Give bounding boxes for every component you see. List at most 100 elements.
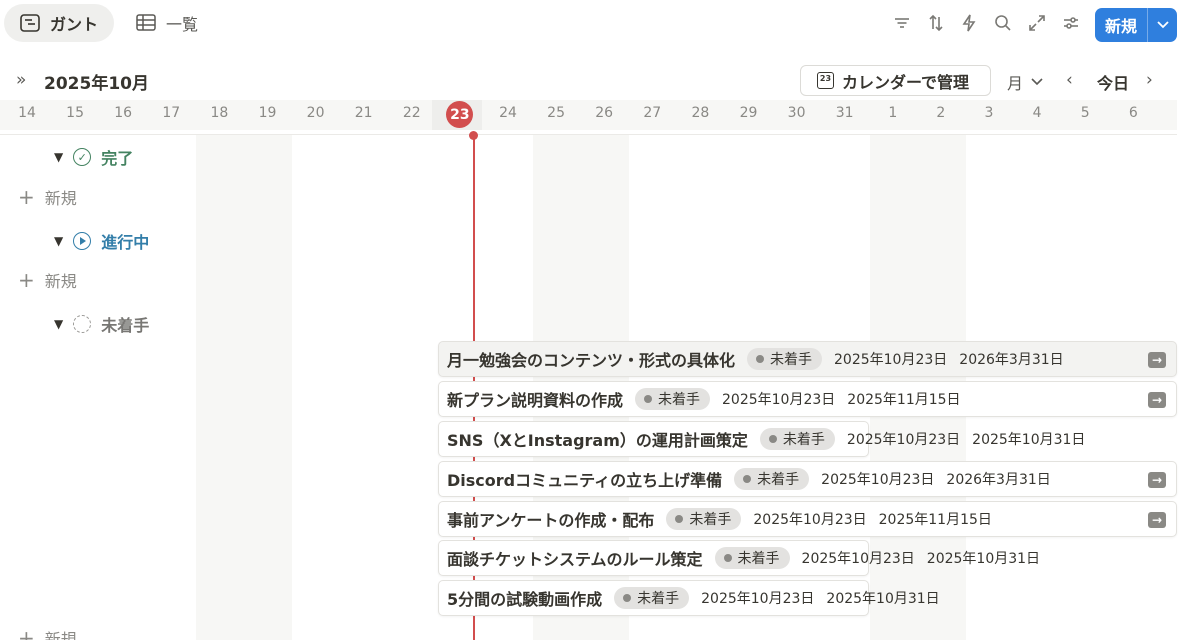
timeline-header: » 2025年10月 23 カレンダーで管理 月 ‹ 今日 › bbox=[0, 62, 1199, 98]
date-cell: 5 bbox=[1080, 105, 1090, 121]
task-end-date: 2026年3月31日 bbox=[959, 352, 1064, 368]
group-in-progress[interactable]: ▼ 進行中 bbox=[54, 229, 149, 253]
add-new-label: 新規 bbox=[44, 272, 77, 291]
plus-icon: + bbox=[18, 185, 35, 209]
status-label: 未着手 bbox=[637, 591, 680, 607]
filter-icon[interactable] bbox=[892, 13, 912, 33]
period-select[interactable]: 月 bbox=[1007, 70, 1043, 94]
status-badge[interactable]: 未着手 bbox=[734, 468, 810, 490]
chevron-left-icon[interactable]: ‹ bbox=[1066, 70, 1073, 90]
group-not-started-label: 未着手 bbox=[101, 316, 150, 335]
status-badge[interactable]: 未着手 bbox=[759, 428, 835, 450]
date-cell: 27 bbox=[643, 105, 662, 121]
arrow-right-icon[interactable]: → bbox=[1148, 392, 1166, 408]
date-cell: 31 bbox=[835, 105, 854, 121]
sort-icon[interactable] bbox=[926, 13, 946, 33]
status-badge[interactable]: 未着手 bbox=[666, 508, 742, 530]
toggle-triangle-icon[interactable]: ▼ bbox=[54, 234, 63, 248]
automation-icon[interactable] bbox=[959, 13, 979, 33]
task-end-date: 2025年11月15日 bbox=[878, 512, 992, 528]
date-cell: 6 bbox=[1128, 105, 1138, 121]
add-new-row[interactable]: + 新規 bbox=[18, 626, 77, 640]
search-icon[interactable] bbox=[993, 13, 1013, 33]
status-label: 未着手 bbox=[689, 512, 732, 528]
task-end-date: 2025年11月15日 bbox=[847, 392, 961, 408]
plus-icon: + bbox=[18, 626, 35, 640]
status-dot bbox=[675, 515, 684, 523]
task-bar[interactable]: 月一勉強会のコンテンツ・形式の具体化 未着手 2025年10月23日 2026年… bbox=[438, 341, 1177, 377]
status-dot bbox=[623, 594, 632, 602]
calendar-icon: 23 bbox=[817, 72, 834, 89]
status-badge[interactable]: 未着手 bbox=[714, 547, 790, 569]
weekend-column bbox=[196, 135, 292, 640]
tab-gantt[interactable]: ガント bbox=[4, 4, 115, 42]
task-start-date: 2025年10月23日 bbox=[846, 432, 961, 448]
task-bar[interactable]: 事前アンケートの作成・配布 未着手 2025年10月23日 2025年11月15… bbox=[438, 501, 1177, 537]
status-badge[interactable]: 未着手 bbox=[747, 348, 823, 370]
date-ruler: 14 15 16 17 18 19 20 21 22 23 24 25 26 27 28 29 30 31 1 2 3 4… bbox=[0, 100, 1177, 130]
chevron-down-icon bbox=[1031, 78, 1043, 86]
add-new-row[interactable]: + 新規 bbox=[18, 268, 77, 292]
today-button[interactable]: 今日 bbox=[1097, 70, 1129, 94]
task-end-date: 2025年10月31日 bbox=[826, 591, 940, 607]
status-dot bbox=[756, 355, 765, 363]
add-new-row[interactable]: + 新規 bbox=[18, 185, 77, 209]
arrow-right-icon[interactable]: → bbox=[1148, 512, 1166, 528]
status-label: 未着手 bbox=[770, 352, 813, 368]
arrow-right-icon[interactable]: → bbox=[1148, 472, 1166, 488]
status-dot bbox=[723, 554, 732, 562]
settings-icon[interactable] bbox=[1061, 13, 1081, 33]
task-title: 新プラン説明資料の作成 bbox=[447, 391, 624, 410]
date-cell: 20 bbox=[306, 105, 325, 121]
date-cell: 18 bbox=[210, 105, 229, 121]
date-cell: 30 bbox=[787, 105, 806, 121]
task-title: Discordコミュニティの立ち上げ準備 bbox=[447, 471, 723, 490]
manage-in-calendar-button[interactable]: 23 カレンダーで管理 bbox=[800, 65, 991, 96]
tab-list-label: 一覧 bbox=[166, 15, 199, 34]
group-done[interactable]: ▼ ✓ 完了 bbox=[54, 145, 133, 169]
task-bar[interactable]: SNS（XとInstagram）の運用計画策定 未着手 2025年10月23日 … bbox=[438, 421, 1085, 457]
expand-icon[interactable] bbox=[1027, 13, 1047, 33]
status-dot bbox=[644, 395, 653, 403]
add-new-label: 新規 bbox=[44, 189, 77, 208]
task-bar[interactable]: Discordコミュニティの立ち上げ準備 未着手 2025年10月23日 202… bbox=[438, 461, 1177, 497]
double-chevron-right-icon[interactable]: » bbox=[16, 70, 26, 90]
group-done-label: 完了 bbox=[101, 149, 134, 168]
task-bar[interactable]: 面談チケットシステムのルール策定 未着手 2025年10月23日 2025年10… bbox=[438, 540, 1040, 576]
chevron-right-icon[interactable]: › bbox=[1146, 70, 1153, 90]
task-title: 月一勉強会のコンテンツ・形式の具体化 bbox=[447, 351, 736, 370]
task-end-date: 2025年10月31日 bbox=[926, 551, 1041, 567]
task-start-date: 2025年10月23日 bbox=[801, 551, 915, 567]
status-badge[interactable]: 未着手 bbox=[614, 587, 690, 609]
chevron-down-icon[interactable] bbox=[1148, 21, 1177, 29]
task-end-date: 2025年10月31日 bbox=[972, 432, 1086, 448]
new-button[interactable]: 新規 bbox=[1095, 8, 1177, 42]
status-label: 未着手 bbox=[658, 392, 701, 408]
date-cell: 15 bbox=[66, 105, 84, 121]
task-bar[interactable]: 新プラン説明資料の作成 未着手 2025年10月23日 2025年11月15日 … bbox=[438, 381, 1177, 417]
date-cell: 29 bbox=[739, 105, 758, 121]
task-title: 面談チケットシステムのルール策定 bbox=[447, 550, 703, 569]
top-toolbar: ガント 一覧 新規 bbox=[0, 0, 1199, 50]
toggle-triangle-icon[interactable]: ▼ bbox=[54, 150, 63, 164]
add-new-label: 新規 bbox=[44, 630, 77, 640]
status-label: 未着手 bbox=[782, 432, 825, 448]
group-not-started[interactable]: ▼ 未着手 bbox=[54, 312, 149, 336]
task-bar[interactable]: 5分間の試験動画作成 未着手 2025年10月23日 2025年10月31日 bbox=[438, 580, 940, 616]
task-start-date: 2025年10月23日 bbox=[834, 352, 948, 368]
task-title: 5分間の試験動画作成 bbox=[447, 590, 603, 609]
current-month: 2025年10月 bbox=[44, 74, 149, 94]
arrow-right-icon[interactable]: → bbox=[1148, 352, 1166, 368]
tab-list[interactable]: 一覧 bbox=[120, 4, 214, 42]
date-cell: 17 bbox=[162, 105, 181, 121]
dashed-circle-icon bbox=[73, 315, 92, 333]
task-title: SNS（XとInstagram）の運用計画策定 bbox=[447, 431, 748, 450]
status-label: 未着手 bbox=[757, 472, 800, 488]
toggle-triangle-icon[interactable]: ▼ bbox=[54, 317, 63, 331]
date-cell: 2 bbox=[936, 105, 946, 121]
date-cell: 21 bbox=[354, 105, 373, 121]
date-cell: 22 bbox=[402, 105, 421, 121]
task-end-date: 2026年3月31日 bbox=[946, 472, 1051, 488]
plus-icon: + bbox=[18, 268, 35, 292]
status-badge[interactable]: 未着手 bbox=[635, 388, 711, 410]
